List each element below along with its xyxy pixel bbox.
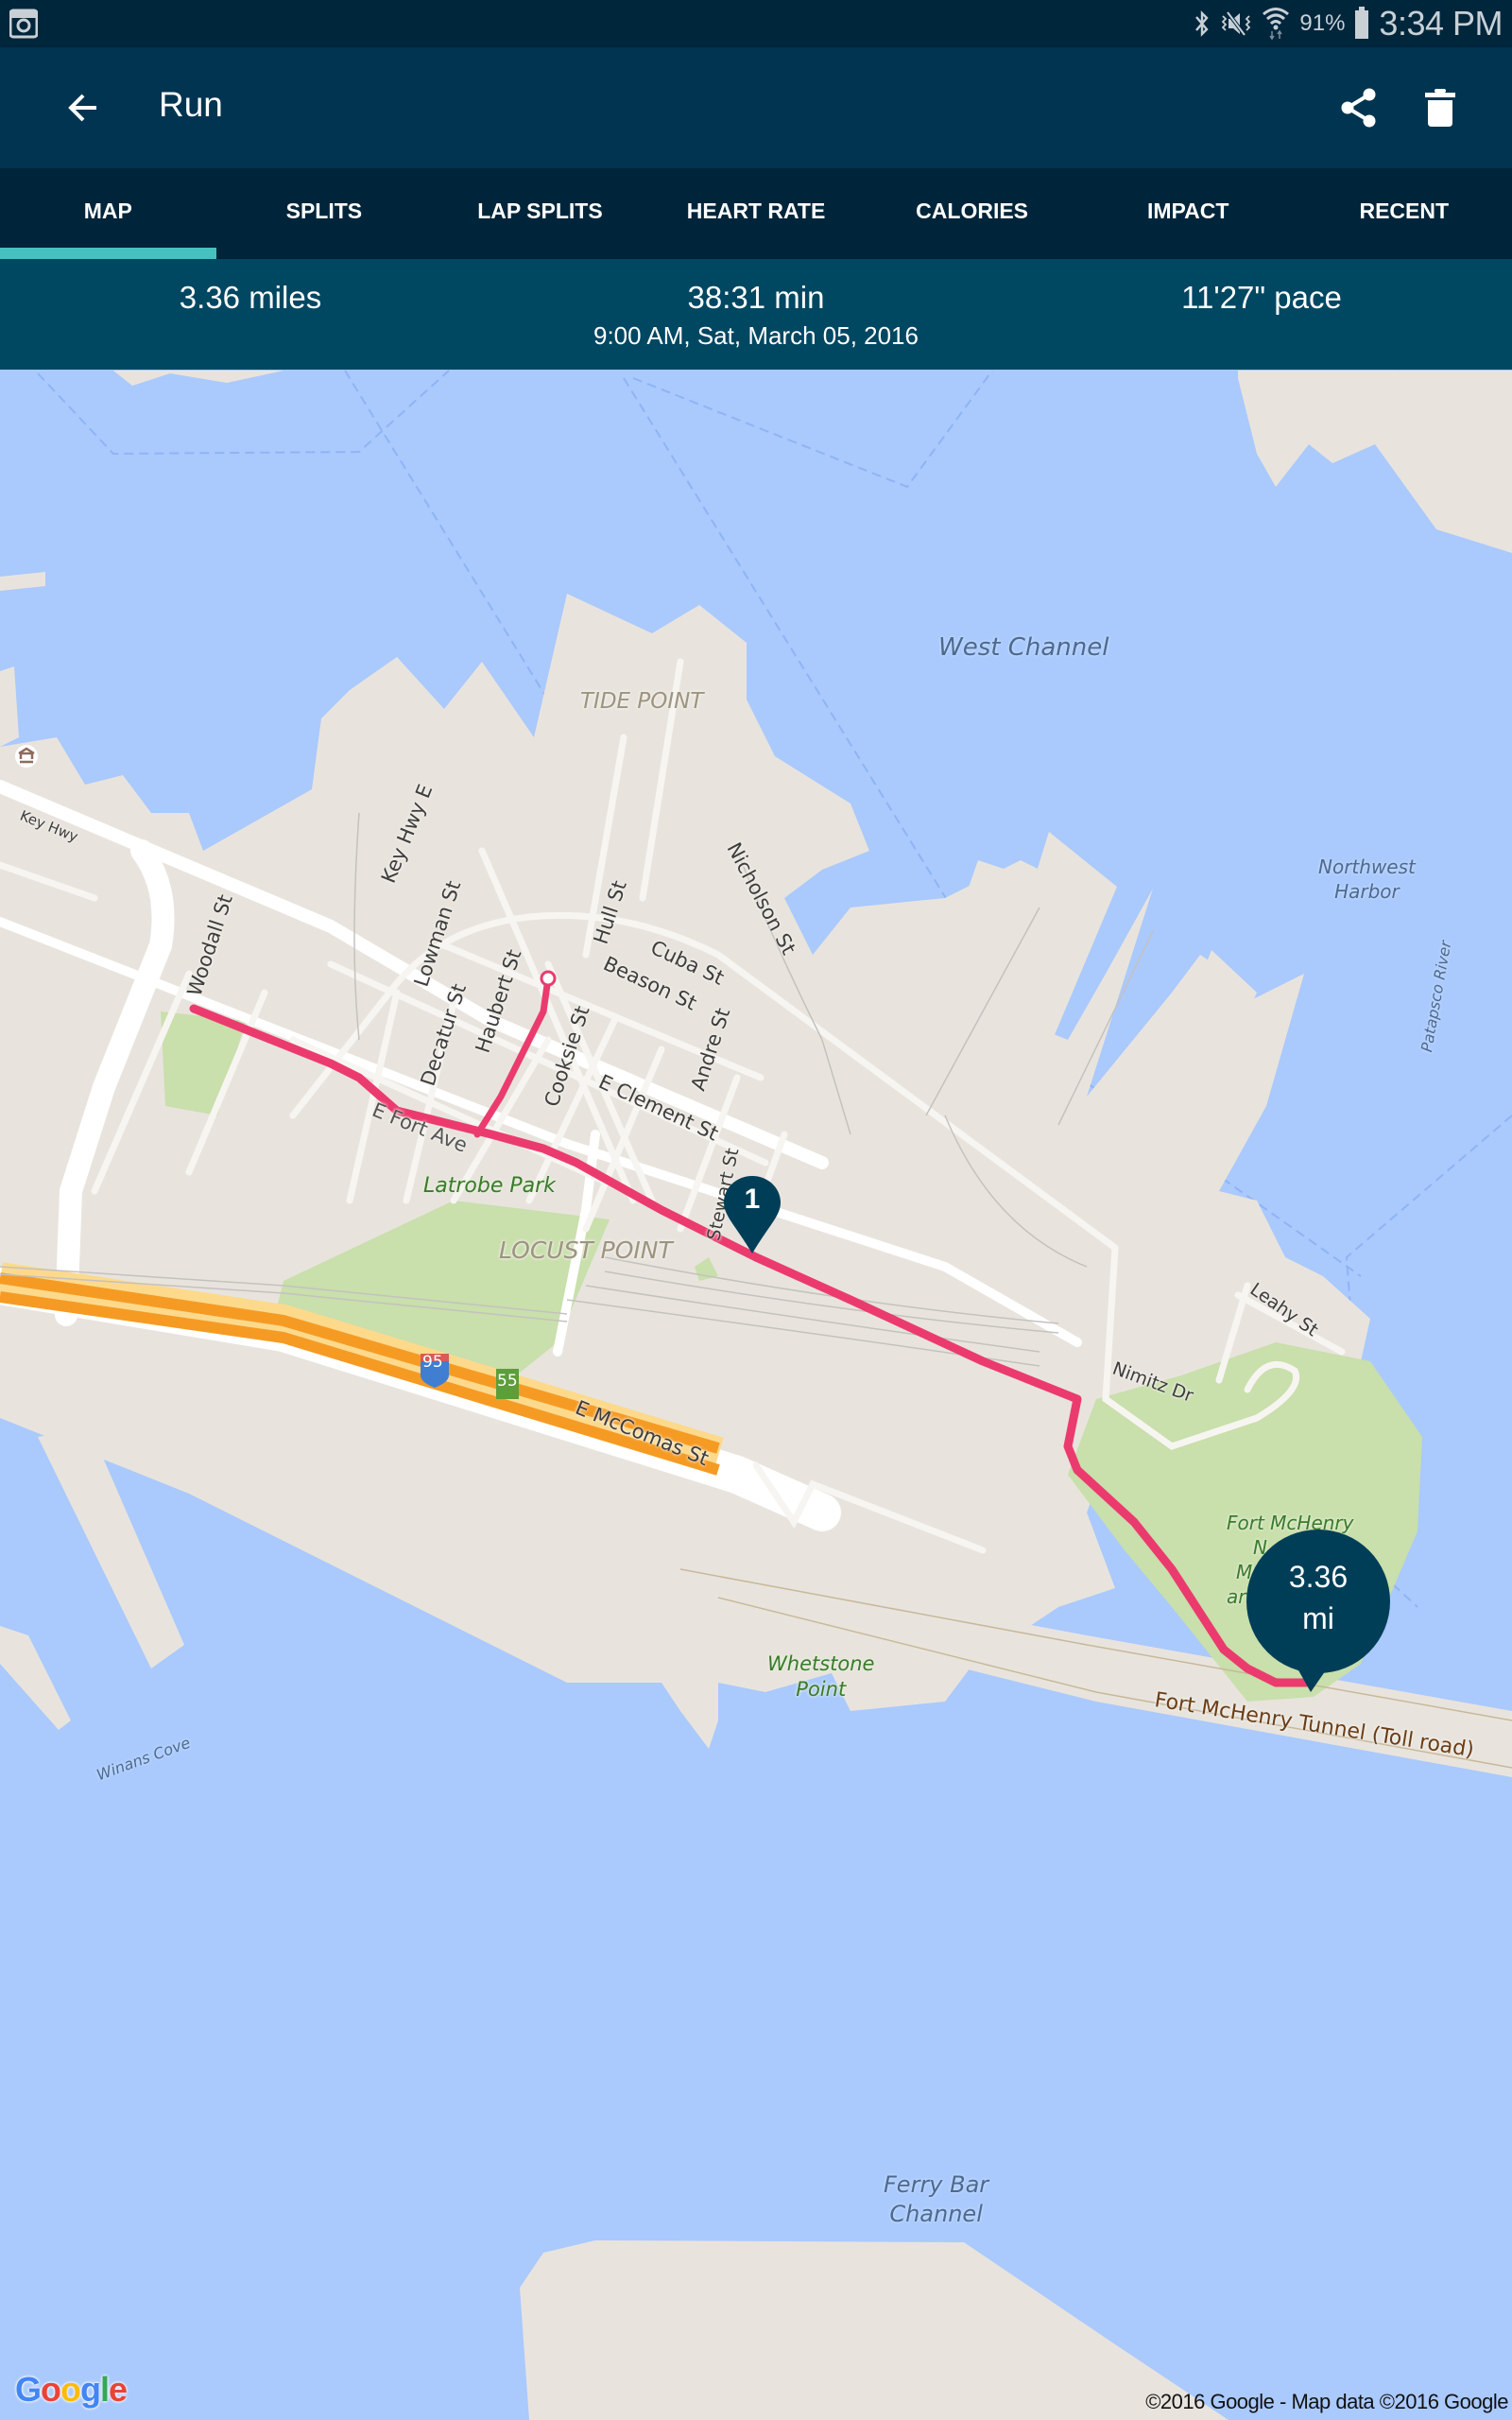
share-icon [1341, 88, 1376, 128]
wifi-icon [1262, 7, 1290, 41]
arrow-back-icon [68, 94, 96, 122]
end-bubble-text: 3.36 mi [1246, 1556, 1390, 1639]
label-west-channel: West Channel [938, 633, 1109, 662]
share-button[interactable] [1332, 81, 1385, 134]
google-logo[interactable]: Google [15, 2370, 128, 2410]
vibrate-mute-icon [1220, 7, 1252, 41]
tab-calories[interactable]: CALORIES [864, 168, 1080, 259]
trash-icon [1425, 89, 1455, 127]
tab-label: LAP SPLITS [477, 198, 603, 223]
page-title: Run [159, 85, 223, 124]
tab-lap-splits[interactable]: LAP SPLITS [432, 168, 648, 259]
tab-map[interactable]: MAP [0, 168, 216, 259]
interstate-shield-label: 95 [422, 1353, 443, 1372]
tab-impact[interactable]: IMPACT [1080, 168, 1297, 259]
battery-icon [1354, 7, 1369, 41]
tab-bar: MAP SPLITS LAP SPLITS HEART RATE CALORIE… [0, 168, 1512, 259]
tab-heart-rate[interactable]: HEART RATE [648, 168, 865, 259]
bluetooth-icon [1194, 7, 1211, 41]
run-datetime: 9:00 AM, Sat, March 05, 2016 [593, 321, 919, 350]
label-line: Harbor [1334, 880, 1400, 903]
clock: 3:34 PM [1379, 4, 1503, 43]
back-button[interactable] [57, 81, 110, 134]
label-line: Point [796, 1678, 847, 1702]
tab-label: IMPACT [1146, 198, 1229, 223]
route-start-point [540, 970, 557, 987]
battery-percent: 91% [1299, 10, 1346, 36]
tab-label: SPLITS [285, 198, 363, 223]
route-map[interactable]: West Channel Northwest Harbor Patapsco R… [0, 370, 1512, 2420]
instagram-icon [9, 9, 39, 39]
end-distance-value: 3.36 [1288, 1560, 1349, 1594]
split-marker[interactable]: 1 [724, 1176, 781, 1255]
map-attribution: ©2016 Google - Map data ©2016 Google [1145, 2390, 1508, 2413]
tab-splits[interactable]: SPLITS [216, 168, 433, 259]
tab-label: MAP [83, 198, 132, 223]
pace-value: 11'27" pace [1181, 280, 1342, 315]
map-canvas [0, 370, 1512, 2420]
tab-recent[interactable]: RECENT [1296, 168, 1512, 259]
tab-label: CALORIES [916, 198, 1029, 223]
tab-label: RECENT [1359, 198, 1450, 223]
distance-end-bubble[interactable]: 3.36 mi [1246, 1530, 1390, 1700]
label-ferry-bar-channel: Ferry Bar Channel [884, 2170, 988, 2229]
label-line: Ferry Bar [884, 2171, 989, 2198]
end-distance-unit: mi [1302, 1601, 1334, 1635]
label-line: Whetstone [767, 1652, 875, 1675]
label-northwest-harbor: Northwest Harbor [1318, 855, 1416, 904]
run-summary: 3.36 miles 38:31 min 9:00 AM, Sat, March… [0, 259, 1512, 370]
app-bar: Run [0, 47, 1512, 168]
duration-value: 38:31 min [687, 280, 825, 315]
label-latrobe-park: Latrobe Park [423, 1174, 556, 1198]
label-locust-point: LOCUST POINT [499, 1236, 673, 1264]
label-tide-point: TIDE POINT [580, 689, 704, 714]
active-tab-indicator [0, 248, 216, 259]
label-line: Channel [889, 2201, 983, 2228]
delete-button[interactable] [1425, 81, 1455, 134]
distance-value: 3.36 miles [179, 280, 322, 315]
label-whetstone-point: Whetstone Point [767, 1651, 874, 1703]
route-shield-label: 55 [497, 1372, 518, 1391]
split-marker-label: 1 [744, 1184, 761, 1215]
tab-label: HEART RATE [686, 198, 826, 223]
status-bar: 91% 3:34 PM [0, 0, 1512, 47]
label-line: Northwest [1318, 856, 1416, 878]
